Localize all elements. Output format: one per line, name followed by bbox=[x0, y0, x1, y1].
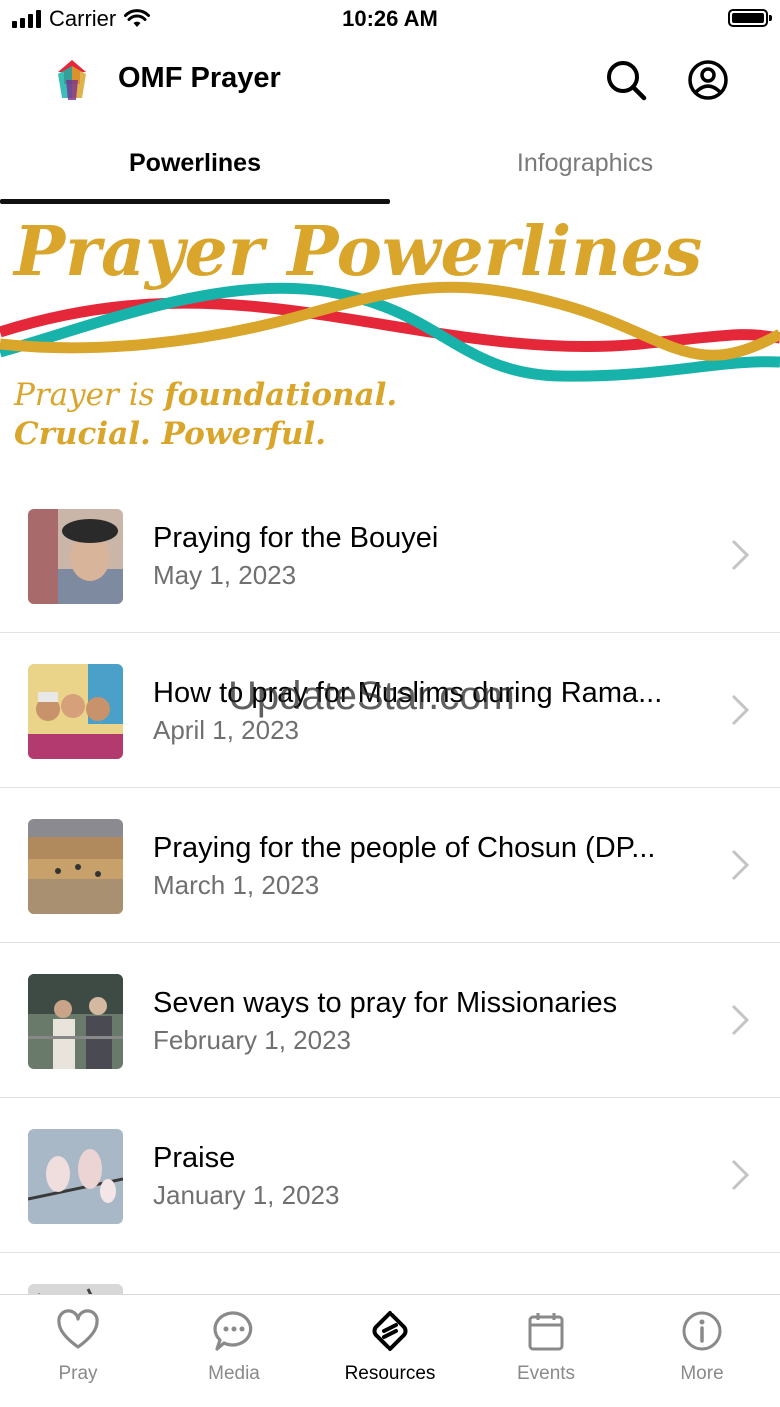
list-item-date: March 1, 2023 bbox=[153, 870, 320, 900]
status-bar: Carrier 10:26 AM bbox=[0, 0, 780, 40]
watermark: UpdateStar.com bbox=[228, 674, 515, 718]
account-icon[interactable] bbox=[686, 58, 730, 102]
list-item[interactable]: Praying for the people of Chosun (DP... … bbox=[0, 788, 780, 943]
thumbnail-image bbox=[28, 974, 123, 1069]
list-item-date: January 1, 2023 bbox=[153, 1180, 340, 1210]
list-item[interactable]: Praise January 1, 2023 bbox=[0, 1098, 780, 1253]
banner-subtitle-bold: foundational. bbox=[164, 377, 398, 413]
tab-resources-label: Resources bbox=[344, 1363, 436, 1384]
tab-more-label: More bbox=[680, 1363, 724, 1384]
prayer-powerlines-banner[interactable]: Prayer Powerlines Prayer is foundational… bbox=[0, 204, 780, 474]
tab-media[interactable]: Media bbox=[156, 1295, 312, 1388]
app-title: OMF Prayer bbox=[118, 62, 281, 94]
list-item[interactable]: Praying for the Bouyei May 1, 2023 bbox=[0, 478, 780, 633]
tab-infographics[interactable]: Infographics bbox=[390, 128, 780, 200]
chevron-right-icon bbox=[731, 849, 750, 881]
bottom-tab-bar: Pray Media Resources Events More bbox=[0, 1294, 780, 1388]
chevron-right-icon bbox=[731, 1004, 750, 1036]
list-item-title: Praise bbox=[153, 1142, 236, 1174]
battery-icon bbox=[728, 9, 772, 27]
list-item-title: Praying for the Bouyei bbox=[153, 522, 439, 554]
calendar-icon bbox=[528, 1313, 564, 1351]
search-icon[interactable] bbox=[604, 58, 648, 102]
tab-powerlines[interactable]: Powerlines bbox=[0, 128, 390, 200]
list-item-date: May 1, 2023 bbox=[153, 560, 297, 590]
thumbnail-image bbox=[28, 1129, 123, 1224]
banner-subtitle-line2: Crucial. Powerful. bbox=[14, 416, 326, 452]
heart-icon bbox=[57, 1309, 99, 1349]
info-icon bbox=[682, 1311, 722, 1351]
list-item[interactable]: Seven ways to pray for Missionaries Febr… bbox=[0, 943, 780, 1098]
tab-pray-label: Pray bbox=[58, 1363, 98, 1384]
thumbnail-image bbox=[28, 819, 123, 914]
banner-title: Prayer Powerlines bbox=[14, 212, 703, 292]
banner-subtitle-prefix: Prayer is bbox=[14, 377, 165, 413]
status-time: 10:26 AM bbox=[342, 6, 438, 31]
list-item-title: Praying for the people of Chosun (DP... bbox=[153, 832, 656, 864]
tab-events-label: Events bbox=[516, 1363, 576, 1384]
tab-events[interactable]: Events bbox=[468, 1295, 624, 1388]
powerlines-list: Praying for the Bouyei May 1, 2023 How t… bbox=[0, 478, 780, 1407]
resources-link-icon bbox=[372, 1311, 408, 1351]
tab-more[interactable]: More bbox=[624, 1295, 780, 1388]
app-bar: OMF Prayer bbox=[0, 48, 780, 112]
thumbnail-image bbox=[28, 509, 123, 604]
chevron-right-icon bbox=[731, 1159, 750, 1191]
tab-media-label: Media bbox=[208, 1363, 260, 1384]
tab-resources[interactable]: Resources bbox=[312, 1295, 468, 1388]
list-item-title: Seven ways to pray for Missionaries bbox=[153, 987, 618, 1019]
omf-logo-icon bbox=[58, 60, 86, 100]
chevron-right-icon bbox=[731, 539, 750, 571]
chat-bubble-icon bbox=[213, 1311, 253, 1351]
banner-subtitle: Prayer is foundational. Crucial. Powerfu… bbox=[14, 376, 397, 454]
chevron-right-icon bbox=[731, 694, 750, 726]
top-tabs: Powerlines Infographics bbox=[0, 128, 780, 204]
list-item-date: April 1, 2023 bbox=[153, 715, 299, 745]
thumbnail-image bbox=[28, 664, 123, 759]
list-item-date: February 1, 2023 bbox=[153, 1025, 352, 1055]
tab-pray[interactable]: Pray bbox=[0, 1295, 156, 1388]
